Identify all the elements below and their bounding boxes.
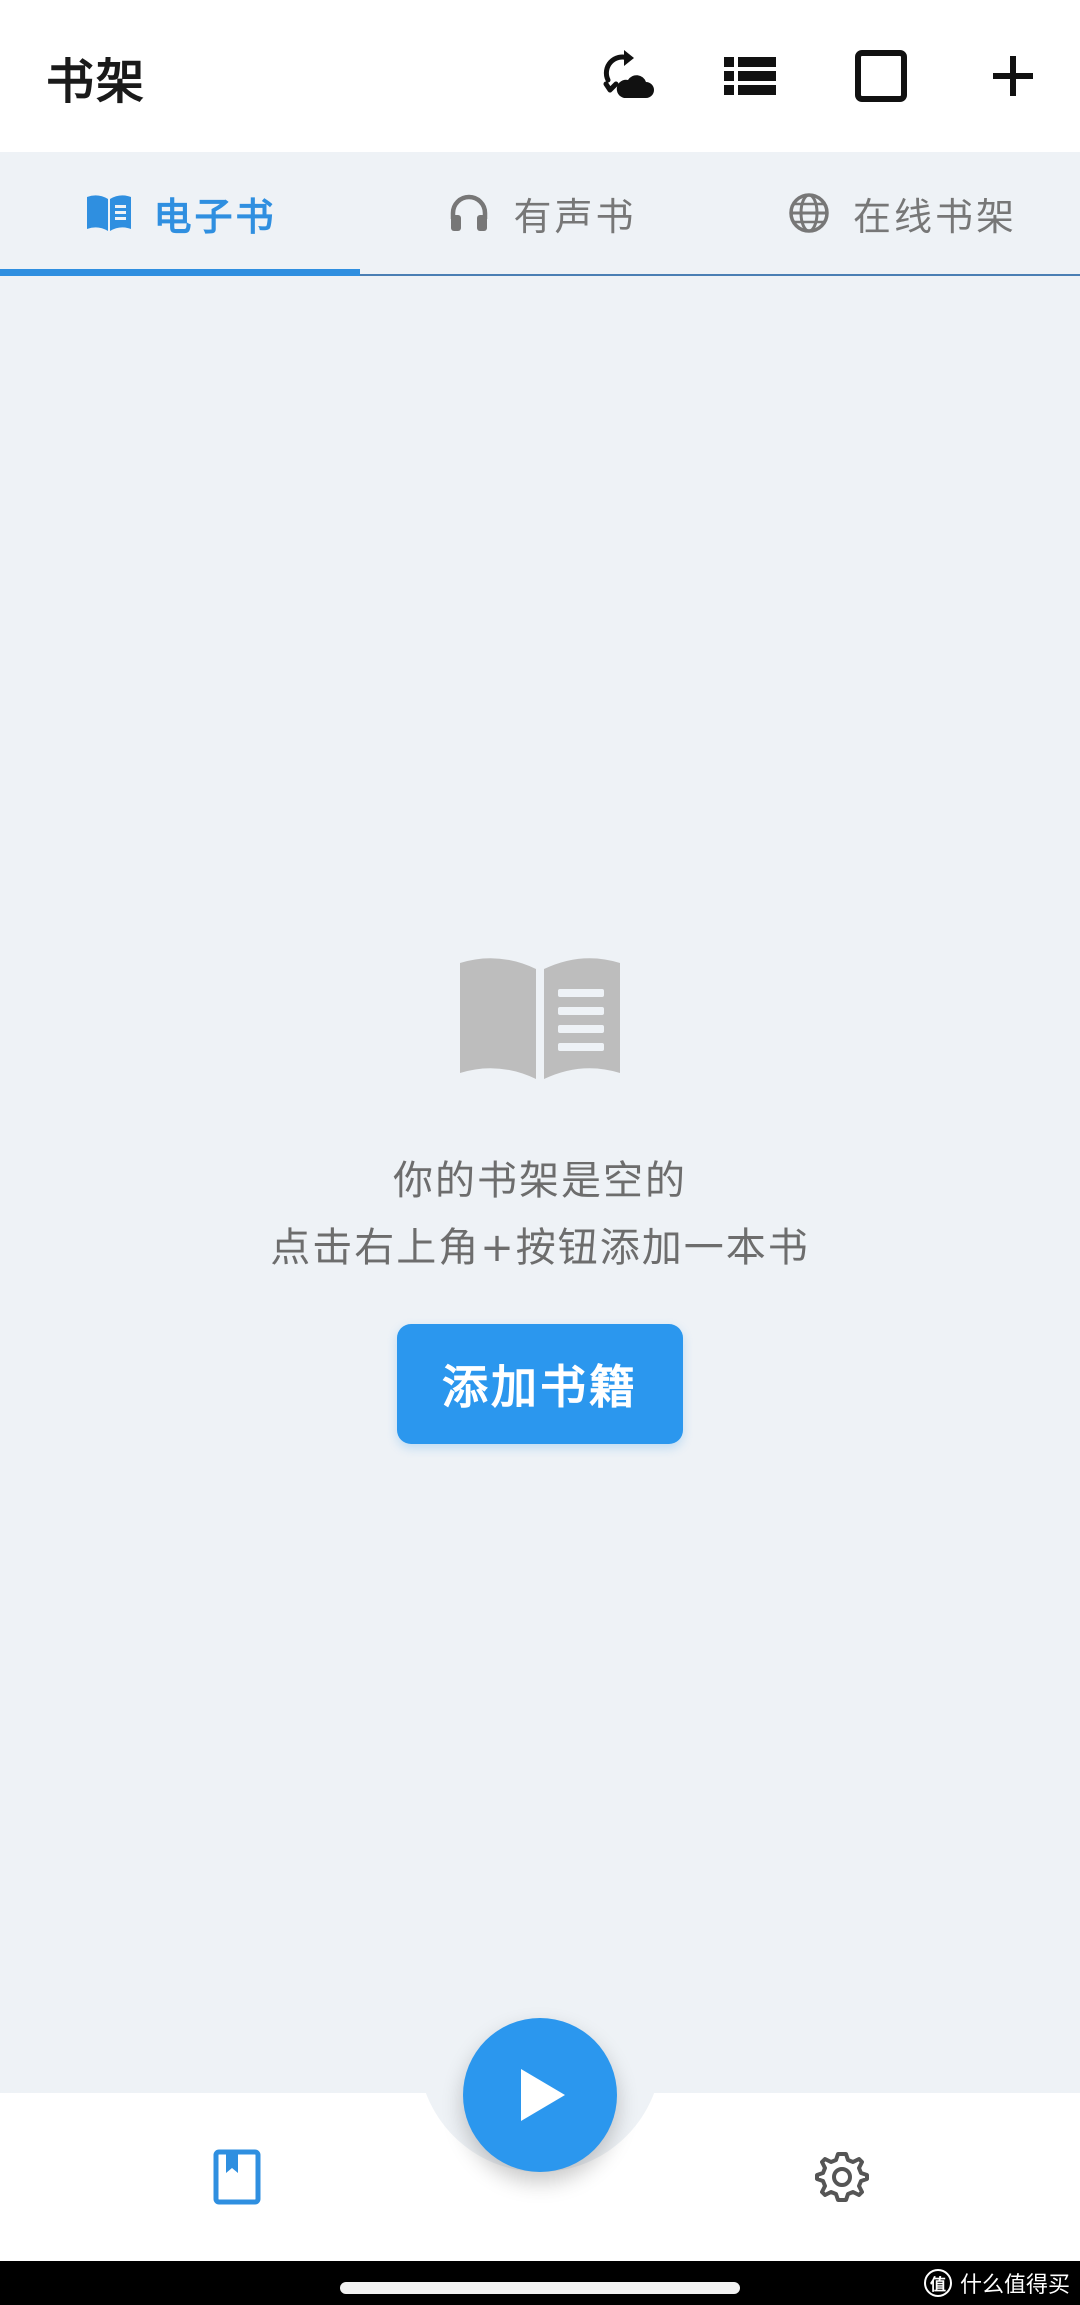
tab-active-indicator [0,269,360,276]
select-mode-button[interactable] [849,44,913,108]
add-button[interactable] [981,44,1045,108]
watermark: 值 什么值得买 [923,2266,1070,2300]
globe-icon [783,187,835,239]
tab-audiobooks[interactable]: 有声书 [360,152,720,274]
nav-settings[interactable] [810,2145,874,2209]
cloud-sync-button[interactable] [594,44,658,108]
watermark-text: 什么值得买 [959,2273,1070,2298]
page-title: 书架 [46,54,147,110]
nav-bookshelf[interactable] [205,2145,269,2209]
list-view-icon [724,57,776,95]
watermark-badge: 值 [923,2269,952,2297]
headphones-icon [443,187,495,239]
play-button[interactable] [463,2018,617,2172]
tab-label: 有声书 [513,194,637,239]
cloud-sync-icon [603,50,654,98]
add-book-button[interactable]: 添加书籍 [397,1324,683,1444]
app-root: 书架 电子书 有声书 在线书架 你的书架是空的 点击右上角+按钮添加一本书 添加… [0,0,1080,2305]
empty-hint: 点击右上角+按钮添加一本书 [270,1225,810,1271]
tab-bar: 电子书 有声书 在线书架 [0,152,1080,276]
play-icon [521,2069,565,2121]
tab-online-shelf[interactable]: 在线书架 [720,152,1080,274]
app-bar: 书架 [0,0,1080,152]
plus-icon [993,56,1033,96]
empty-book-icon [460,958,620,1079]
book-open-icon [83,187,135,239]
list-view-button[interactable] [718,44,782,108]
tab-ebooks[interactable]: 电子书 [0,152,360,276]
settings-gear-icon [815,2152,869,2202]
tab-label: 在线书架 [852,194,1017,239]
tab-label: 电子书 [153,194,277,239]
bookshelf-icon [213,2149,261,2205]
empty-title: 你的书架是空的 [393,1158,687,1204]
select-square-icon [855,50,907,102]
home-indicator[interactable] [340,2282,740,2294]
